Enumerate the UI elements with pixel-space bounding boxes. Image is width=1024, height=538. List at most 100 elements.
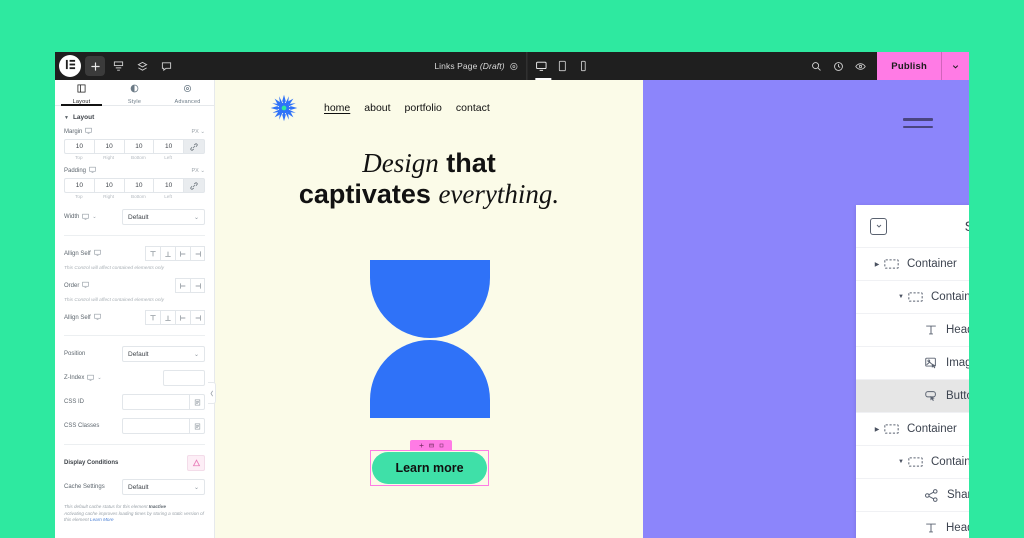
layers-icon[interactable]: [131, 55, 153, 77]
hourglass-shape: [370, 260, 490, 418]
tab-style[interactable]: Style: [108, 80, 161, 105]
add-element-button[interactable]: [85, 56, 105, 76]
star-burst-icon: [270, 94, 298, 122]
padding-right-input[interactable]: 10: [93, 178, 124, 193]
history-icon[interactable]: [827, 55, 849, 77]
comment-icon[interactable]: [155, 55, 177, 77]
responsive-icon[interactable]: [82, 213, 90, 222]
responsive-icon[interactable]: [89, 166, 96, 175]
padding-left-input[interactable]: 10: [153, 178, 183, 193]
structure-row-label: Container: [931, 456, 969, 468]
align-self-label-2: Allign Self: [64, 313, 116, 322]
responsive-icon[interactable]: [82, 281, 90, 290]
structure-row-heading-1[interactable]: Heading: [856, 313, 969, 346]
chevron-down-icon[interactable]: ▼: [894, 459, 908, 465]
width-control: Width ⌄ Default ⌄: [55, 205, 214, 229]
edit-icon[interactable]: [428, 443, 434, 448]
structure-row-label: Image: [946, 357, 969, 369]
align-center-icon[interactable]: [160, 246, 175, 261]
nav-link-contact[interactable]: contact: [456, 102, 490, 114]
padding-label: Padding: [64, 167, 87, 174]
structure-row-container-3[interactable]: ▶ Container: [856, 412, 969, 445]
learn-more-button[interactable]: Learn more: [372, 452, 487, 484]
chevron-right-icon[interactable]: ▶: [870, 426, 884, 433]
margin-top-input[interactable]: 10: [64, 139, 94, 154]
layout-section-header[interactable]: ▼ Layout: [55, 106, 214, 127]
tab-style-label: Style: [127, 99, 142, 105]
chevron-right-icon[interactable]: ▶: [870, 261, 884, 268]
margin-left-input[interactable]: 10: [153, 139, 183, 154]
padding-top-input[interactable]: 10: [64, 178, 94, 193]
link-icon[interactable]: [183, 178, 205, 193]
panel-collapse-handle[interactable]: [208, 382, 216, 404]
image-icon: [924, 356, 938, 370]
padding-bottom-input[interactable]: 10: [123, 178, 154, 193]
order-last-icon[interactable]: [190, 278, 205, 293]
preview-eye-icon[interactable]: [849, 55, 871, 77]
dynamic-tag-icon[interactable]: [189, 395, 204, 409]
align-left-icon[interactable]: [175, 310, 190, 325]
css-classes-input[interactable]: [122, 418, 205, 434]
z-index-input[interactable]: [163, 370, 205, 386]
search-icon[interactable]: [805, 55, 827, 77]
publish-button[interactable]: Publish: [877, 52, 941, 80]
elementor-logo-button[interactable]: [59, 55, 81, 77]
responsive-icon[interactable]: [93, 313, 101, 322]
padding-unit[interactable]: PX ⌄: [192, 168, 205, 174]
publish-options-button[interactable]: [941, 52, 969, 80]
hero-word-design: Design: [362, 148, 439, 178]
responsive-icon[interactable]: [93, 249, 101, 258]
padding-control: Padding PX ⌄ 10 10 10 10 Top Right Botto…: [55, 166, 214, 199]
nav-link-portfolio[interactable]: portfolio: [405, 102, 442, 114]
mobile-view[interactable]: [578, 60, 590, 72]
collapse-all-icon[interactable]: [870, 217, 887, 235]
responsive-icon[interactable]: [87, 374, 95, 383]
hamburger-menu-icon[interactable]: [903, 118, 933, 130]
structure-row-label: Container: [931, 291, 969, 303]
tab-layout[interactable]: Layout: [55, 80, 108, 106]
margin-unit[interactable]: PX ⌄: [192, 129, 205, 135]
padding-inputs: 10 10 10 10: [64, 178, 205, 193]
structure-row-button[interactable]: Button: [856, 379, 969, 412]
position-select[interactable]: Default ⌄: [122, 346, 205, 362]
structure-icon[interactable]: [107, 55, 129, 77]
gear-icon[interactable]: [510, 62, 519, 71]
desktop-view[interactable]: [536, 60, 548, 72]
tab-advanced[interactable]: Advanced: [161, 80, 214, 105]
structure-row-container-1[interactable]: ▶ Container: [856, 247, 969, 280]
conditions-icon[interactable]: [187, 455, 205, 471]
hourglass-bottom-half: [370, 340, 490, 418]
structure-row-container-2[interactable]: ▼ Container: [856, 280, 969, 313]
align-center-icon[interactable]: [160, 310, 175, 325]
tablet-view[interactable]: [557, 60, 569, 72]
drag-handle-icon[interactable]: [419, 443, 424, 448]
dynamic-tag-icon[interactable]: [189, 419, 204, 433]
align-right-icon[interactable]: [190, 246, 205, 261]
panel-tabs: Layout Style Advanced: [55, 80, 214, 106]
nav-link-home[interactable]: home: [324, 102, 350, 114]
order-first-icon[interactable]: [175, 278, 190, 293]
structure-row-share-button[interactable]: Share Button: [856, 478, 969, 511]
css-id-input[interactable]: [122, 394, 205, 410]
align-left-icon[interactable]: [175, 246, 190, 261]
elementor-editor-window: Links Page (Draft) Publish Layout Style …: [55, 52, 969, 538]
structure-row-image[interactable]: Image: [856, 346, 969, 379]
link-icon[interactable]: [183, 139, 205, 154]
margin-right-input[interactable]: 10: [93, 139, 124, 154]
align-start-icon[interactable]: [145, 246, 160, 261]
align-right-icon[interactable]: [190, 310, 205, 325]
responsive-icon[interactable]: [85, 127, 93, 136]
padding-label-row: Padding PX ⌄: [64, 166, 205, 175]
hero-heading-line2: captivates everything.: [215, 179, 643, 210]
width-select[interactable]: Default ⌄: [122, 209, 205, 225]
delete-icon[interactable]: [439, 443, 444, 448]
align-self-hint-1: This Control will affect contained eleme…: [64, 266, 164, 271]
learn-more-link[interactable]: Learn More: [90, 517, 114, 522]
margin-bottom-input[interactable]: 10: [123, 139, 154, 154]
structure-row-heading-2[interactable]: Heading: [856, 511, 969, 538]
align-start-icon[interactable]: [145, 310, 160, 325]
nav-link-about[interactable]: about: [364, 102, 390, 114]
cache-settings-select[interactable]: Default ⌄: [122, 479, 205, 495]
structure-row-container-4[interactable]: ▼ Container: [856, 445, 969, 478]
chevron-down-icon[interactable]: ▼: [894, 294, 908, 300]
